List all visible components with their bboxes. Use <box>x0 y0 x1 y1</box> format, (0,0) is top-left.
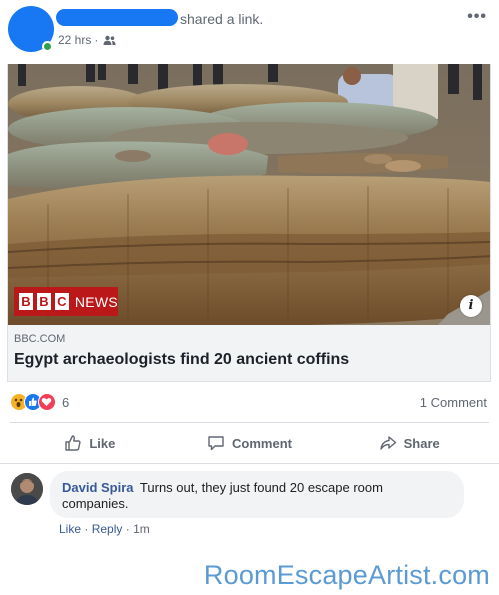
shared-link-text: shared a link. <box>180 11 264 27</box>
comment-reply-link[interactable]: Reply <box>92 522 123 536</box>
meta-separator: · <box>84 522 89 536</box>
site-watermark: RoomEscapeArtist.com <box>203 560 490 590</box>
poster-name-redacted[interactable] <box>56 9 178 26</box>
commenter-photo <box>11 473 43 505</box>
comment-like-link[interactable]: Like <box>59 522 81 536</box>
bbc-news-badge: B B C NEWS <box>14 287 118 316</box>
comment-button[interactable]: Comment <box>170 423 330 463</box>
thumbs-up-icon <box>65 435 81 451</box>
comment-meta: Like · Reply · 1m <box>59 522 150 536</box>
coffins-photo <box>8 64 490 325</box>
more-options-button[interactable]: ••• <box>467 8 487 26</box>
comment-bubble-icon <box>208 436 224 451</box>
like-button-label: Like <box>89 435 116 451</box>
comment-time[interactable]: 1m <box>133 522 150 536</box>
share-arrow-icon <box>379 436 396 450</box>
link-title[interactable]: Egypt archaeologists find 20 ancient cof… <box>14 351 484 369</box>
link-caption[interactable]: BBC.COM Egypt archaeologists find 20 anc… <box>7 325 491 382</box>
like-button[interactable]: Like <box>10 423 170 463</box>
comment-author[interactable]: David Spira <box>62 480 134 495</box>
post-timestamp-row: 22 hrs · <box>58 33 116 47</box>
meta-separator: · <box>125 522 130 536</box>
online-status-indicator <box>42 41 53 52</box>
bbc-letter-b1: B <box>19 293 33 310</box>
friends-audience-icon[interactable] <box>103 35 116 46</box>
link-domain: BBC.COM <box>14 333 66 345</box>
commenter-avatar[interactable] <box>11 473 43 505</box>
divider <box>0 463 499 464</box>
comment-bubble: David Spira Turns out, they just found 2… <box>50 471 464 518</box>
comment-count[interactable]: 1 Comment <box>420 395 487 410</box>
info-icon[interactable]: i <box>460 295 482 317</box>
share-button-label: Share <box>403 435 440 451</box>
bbc-letter-b2: B <box>36 293 51 310</box>
post-time[interactable]: 22 hrs <box>58 33 91 47</box>
love-reaction-icon <box>38 393 56 411</box>
time-separator: · <box>94 33 99 47</box>
reactions-summary[interactable]: 6 <box>10 393 69 411</box>
share-button[interactable]: Share <box>329 423 489 463</box>
reaction-count[interactable]: 6 <box>62 395 69 410</box>
post-actions: Like Comment Share <box>10 423 489 463</box>
comment-button-label: Comment <box>232 435 292 451</box>
bbc-letter-c: C <box>54 293 69 310</box>
bbc-news-word: NEWS <box>74 293 119 310</box>
link-preview-image[interactable]: B B C NEWS i <box>7 64 491 325</box>
post-header: shared a link. 22 hrs · ••• <box>0 0 499 64</box>
